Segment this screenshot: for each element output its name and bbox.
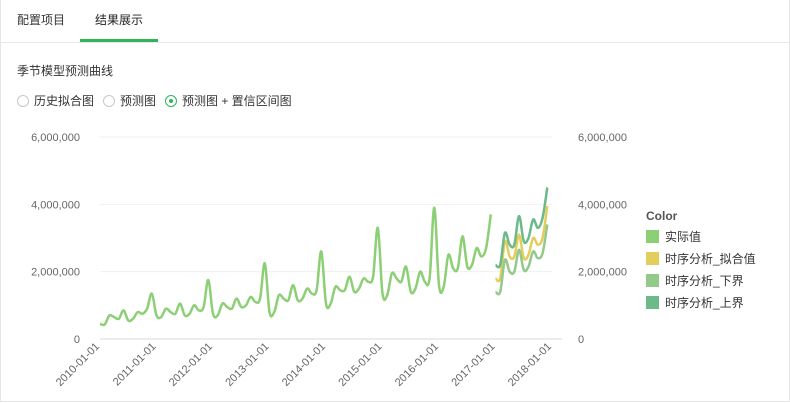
y-tick-label-left: 4,000,000 — [31, 199, 80, 211]
y-axis-left: 0 2,000,000 4,000,000 6,000,000 — [31, 132, 80, 346]
y-tick-label-left: 2,000,000 — [31, 267, 80, 279]
y-tick-label-left: 6,000,000 — [31, 132, 80, 144]
x-tick-label: 2010-01-01 — [54, 341, 102, 389]
series-actual-line — [99, 206, 493, 327]
y-tick-label-right: 4,000,000 — [578, 199, 627, 211]
y-axis-right: 0 2,000,000 4,000,000 6,000,000 — [578, 132, 627, 346]
chart-legend: Color 实际值时序分析_拟合值时序分析_下界时序分析_上界 — [646, 209, 756, 310]
legend-swatch — [646, 252, 659, 265]
legend-label: 时序分析_上界 — [665, 295, 744, 310]
legend-swatch — [646, 274, 659, 287]
x-tick-label: 2014-01-01 — [280, 341, 328, 389]
x-tick-label: 2018-01-01 — [506, 341, 554, 389]
x-tick-label: 2011-01-01 — [111, 341, 159, 389]
x-axis: 2010-01-01 2011-01-01 2012-01-01 2013-01-01… — [54, 338, 562, 389]
x-tick-label: 2013-01-01 — [223, 341, 271, 389]
x-tick-label: 2015-01-01 — [336, 341, 384, 389]
y-tick-label-right: 6,000,000 — [578, 132, 627, 144]
x-tick-label: 2012-01-01 — [167, 341, 215, 389]
legend-label: 时序分析_拟合值 — [665, 251, 756, 266]
legend-swatch — [646, 230, 659, 243]
y-tick-label-right: 2,000,000 — [578, 267, 627, 279]
y-tick-label-left: 0 — [74, 334, 80, 346]
y-tick-label-right: 0 — [578, 334, 584, 346]
x-tick-label: 2016-01-01 — [393, 341, 441, 389]
series-lines — [99, 187, 549, 327]
legend-label: 时序分析_下界 — [665, 273, 744, 288]
legend-label: 实际值 — [665, 229, 701, 244]
legend-swatch — [646, 296, 659, 309]
x-tick-label: 2017-01-01 — [449, 341, 497, 389]
legend-title: Color — [646, 209, 678, 223]
forecast-chart: 0 2,000,000 4,000,000 6,000,000 0 2,000,000 4… — [31, 132, 756, 389]
